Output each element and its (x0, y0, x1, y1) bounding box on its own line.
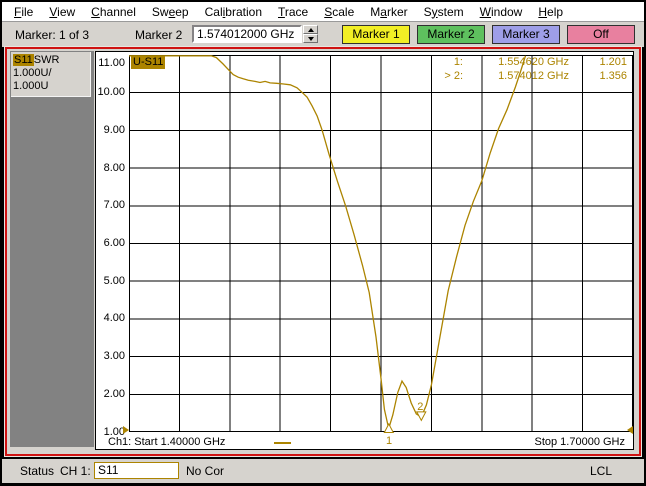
marker2-val: 1.356 (599, 69, 627, 82)
marker2-field-label: Marker 2 (135, 28, 183, 42)
reference-value: 1.000U (13, 80, 49, 92)
y-tick-label: 11.00 (98, 57, 125, 69)
measurement-param-chip: S11 (13, 54, 34, 66)
y-tick-label: 6.00 (103, 237, 125, 249)
channel-label: CH 1: (60, 464, 91, 478)
marker-readout-row: 1: 1.554620 GHz 1.201 (429, 56, 627, 70)
y-tick-label: 5.00 (103, 274, 125, 287)
menu-system[interactable]: System (416, 5, 472, 19)
menu-bar: File View Channel Sweep Calibration Trace Scal… (2, 2, 644, 22)
marker-1-button[interactable]: Marker 1 (342, 25, 410, 44)
menu-view[interactable]: View (41, 5, 83, 19)
y-tick-label: 10.00 (97, 86, 125, 99)
marker1-axis-number: 1 (386, 435, 393, 447)
menu-file[interactable]: File (6, 5, 41, 19)
channel-window: S11SWR 1.000U/ 1.000U 11.00 10.00 9.00 8.00… (4, 46, 642, 457)
correction-status: No Cor (186, 464, 225, 478)
off-button[interactable]: Off (567, 25, 635, 44)
menu-marker[interactable]: Marker (362, 5, 415, 19)
marker2-id: > 2: (444, 69, 463, 82)
marker-readouts: 1: 1.554620 GHz 1.201 > 2: 1.574012 GHz 1.356 (429, 56, 627, 83)
y-tick-label: 2.00 (103, 387, 125, 400)
graph-area[interactable]: 11.00 10.00 9.00 8.00 7.00 6.00 5.00 4.00 3.00 2.… (95, 51, 634, 450)
marker1-id: 1: (453, 56, 463, 68)
y-tick-label: 7.00 (103, 199, 125, 212)
marker-readout-row: > 2: 1.574012 GHz 1.356 (429, 70, 627, 84)
format-label: SWR (33, 54, 60, 66)
stepper-down-button[interactable] (303, 34, 318, 43)
marker-status-text: Marker: 1 of 3 (15, 28, 90, 42)
marker2-freq: 1.574012 GHz (498, 69, 569, 82)
marker-toolbar: Marker: 1 of 3 Marker 2 Marker 1 Marker 2… (2, 22, 644, 47)
up-arrow-icon (308, 28, 314, 32)
menu-calibration[interactable]: Calibration (197, 5, 270, 19)
stepper-up-button[interactable] (303, 25, 318, 34)
marker-2-number: 2 (417, 401, 423, 413)
trace-status-entry[interactable]: S11SWR 1.000U/ 1.000U (11, 52, 91, 97)
y-tick-label: 8.00 (103, 161, 125, 174)
menu-trace[interactable]: Trace (270, 5, 316, 19)
menu-help[interactable]: Help (530, 5, 571, 19)
x-axis-stop-label: Stop 1.70000 GHz (534, 436, 625, 448)
sweep-stop-arrow-icon (627, 426, 633, 434)
x-axis-start-label: Ch1: Start 1.40000 GHz (108, 436, 226, 448)
down-arrow-icon (308, 37, 314, 41)
app-window: File View Channel Sweep Calibration Trace Scal… (0, 0, 646, 486)
status-bar: Status CH 1: S11 No Cor LCL (2, 459, 644, 483)
y-tick-label: 3.00 (103, 350, 125, 363)
marker-2-button[interactable]: Marker 2 (417, 25, 485, 44)
marker-3-button[interactable]: Marker 3 (492, 25, 560, 44)
sweep-start-arrow-icon (123, 426, 129, 434)
local-mode-indicator: LCL (590, 464, 613, 478)
trace-legend-dash (274, 442, 291, 444)
measurement-box: S11 (94, 462, 179, 479)
menu-channel[interactable]: Channel (83, 5, 144, 19)
menu-sweep[interactable]: Sweep (144, 5, 197, 19)
y-tick-label: 4.00 (103, 312, 125, 325)
menu-scale[interactable]: Scale (316, 5, 362, 19)
trace-label: U-S11 (131, 56, 166, 69)
trace-status-panel: S11SWR 1.000U/ 1.000U (10, 51, 94, 447)
y-tick-label: 9.00 (103, 123, 125, 136)
marker1-freq: 1.554620 GHz (498, 56, 569, 68)
status-label: Status (20, 464, 55, 478)
marker1-val: 1.201 (599, 56, 627, 68)
menu-window[interactable]: Window (472, 5, 531, 19)
marker2-frequency-input[interactable] (192, 25, 302, 43)
scale-per-div: 1.000U/ (13, 67, 52, 79)
frequency-stepper (303, 25, 318, 43)
swr-plot[interactable]: 2 (129, 55, 633, 433)
